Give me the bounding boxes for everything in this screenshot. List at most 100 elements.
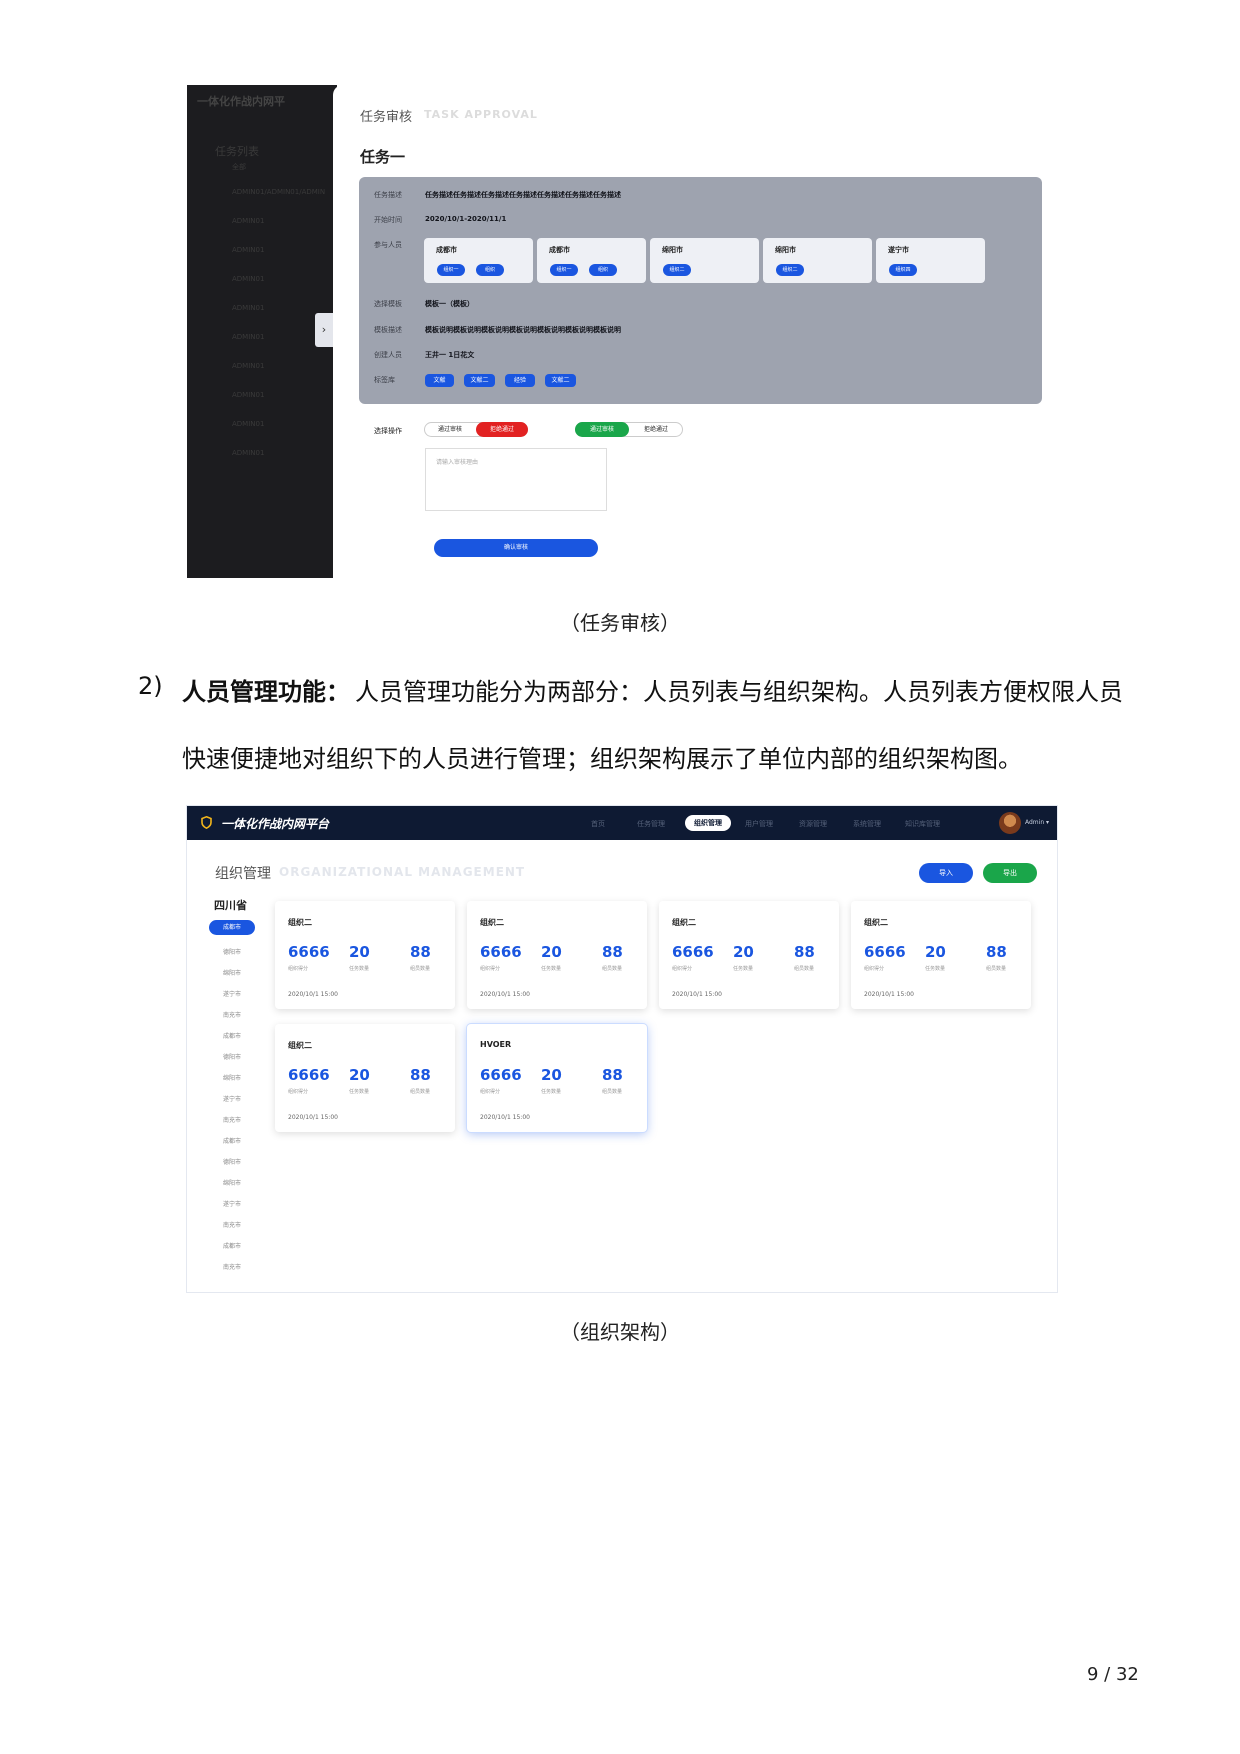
org-management-screenshot: 一体化作战内网平台 首页 任务管理 组织管理 用户管理 资源管理 系统管理 知识… — [186, 805, 1058, 1293]
city-item[interactable]: 德阳市 — [223, 1157, 241, 1166]
sidebar-item[interactable]: 全部 — [232, 162, 246, 172]
org-pill[interactable]: 组织一 — [437, 264, 465, 276]
app-brand: 一体化作战内网平台 — [221, 817, 330, 831]
body-text: 快速便捷地对组织下的人员进行管理；组织架构展示了单位内部的组织架构图。 — [182, 745, 1022, 773]
caption: （任务审核） — [560, 611, 680, 635]
org-name: 组织二 — [864, 918, 888, 927]
city-item[interactable]: 成都市 — [223, 1136, 241, 1145]
tag[interactable]: 文献 — [425, 374, 454, 387]
nav-item[interactable]: 系统管理 — [853, 819, 881, 829]
nav-item[interactable]: 任务管理 — [637, 819, 665, 829]
city-item[interactable]: 南充市 — [223, 1262, 241, 1271]
org-date: 2020/10/1 15:00 — [864, 991, 914, 998]
stat-label: 组员数量 — [410, 1089, 431, 1095]
org-date: 2020/10/1 15:00 — [480, 991, 530, 998]
tag[interactable]: 文献二 — [545, 374, 576, 387]
export-button[interactable]: 导出 — [983, 863, 1037, 883]
org-pill[interactable]: 组织四 — [889, 264, 917, 276]
org-card-highlighted[interactable]: HVOER 6666 20 88 组织得分 任务数量 组员数量 2020/10/… — [467, 1024, 647, 1132]
stat-label: 任务数量 — [925, 966, 946, 972]
org-card[interactable]: 组织二 6666 20 88 组织得分 任务数量 组员数量 2020/10/1 … — [275, 901, 455, 1009]
city-item[interactable]: 遂宁市 — [223, 989, 241, 998]
sidebar-item[interactable]: ADMIN01 — [232, 217, 264, 225]
field-value: 2020/10/1-2020/11/1 — [425, 215, 507, 223]
org-pill[interactable]: 组织 — [589, 264, 617, 276]
nav-item[interactable]: 用户管理 — [745, 819, 773, 829]
task-info-panel — [359, 177, 1042, 404]
page-title: 组织管理 — [215, 866, 271, 882]
app-brand: 一体化作战内网平 — [197, 95, 285, 108]
sidebar-item[interactable]: ADMIN01 — [232, 304, 264, 312]
org-pill[interactable]: 组织二 — [663, 264, 691, 276]
page-number: 9 / 32 — [1087, 1664, 1139, 1685]
field-value: 模板说明模板说明模板说明模板说明模板说明模板说明模板说明 — [425, 326, 621, 334]
stat-label: 组织得分 — [480, 966, 501, 972]
sidebar-item[interactable]: ADMIN01/ADMIN01/ADMIN — [232, 188, 325, 196]
sidebar-item[interactable]: ADMIN01 — [232, 449, 264, 457]
city-item[interactable]: 成都市 — [223, 1031, 241, 1040]
nav-item[interactable]: 首页 — [591, 819, 605, 829]
city-name: 遂宁市 — [888, 246, 909, 254]
city-item[interactable]: 遂宁市 — [223, 1094, 241, 1103]
org-card[interactable]: 组织二 6666 20 88 组织得分 任务数量 组员数量 2020/10/1 … — [851, 901, 1031, 1009]
reject-option-selected[interactable]: 拒绝通过 — [476, 422, 528, 437]
sidebar-item[interactable]: ADMIN01 — [232, 362, 264, 370]
org-pill[interactable]: 组织一 — [550, 264, 578, 276]
reason-textarea[interactable]: 请输入审核理由 — [425, 448, 607, 511]
tag[interactable]: 文献二 — [464, 374, 495, 387]
org-pill[interactable]: 组织二 — [776, 264, 804, 276]
confirm-button[interactable]: 确认审核 — [434, 539, 598, 557]
city-name: 绵阳市 — [662, 246, 683, 254]
top-nav-bar: 一体化作战内网平台 首页 任务管理 组织管理 用户管理 资源管理 系统管理 知识… — [187, 806, 1057, 840]
nav-item-active[interactable]: 组织管理 — [685, 815, 731, 831]
sidebar-item[interactable]: ADMIN01 — [232, 333, 264, 341]
nav-item[interactable]: 知识库管理 — [905, 819, 940, 829]
org-card[interactable]: 组织二 6666 20 88 组织得分 任务数量 组员数量 2020/10/1 … — [659, 901, 839, 1009]
list-number: 2) — [138, 672, 163, 700]
field-label: 创建人员 — [374, 351, 402, 359]
org-pill[interactable]: 组织 — [476, 264, 504, 276]
nav-item[interactable]: 资源管理 — [799, 819, 827, 829]
field-label: 参与人员 — [374, 241, 402, 249]
user-menu[interactable]: Admin ▾ — [1025, 819, 1049, 826]
task-count: 20 — [349, 1066, 370, 1084]
city-item[interactable]: 成都市 — [223, 1241, 241, 1250]
city-item[interactable]: 绵阳市 — [223, 968, 241, 977]
city-item[interactable]: 遂宁市 — [223, 1199, 241, 1208]
approve-option-selected[interactable]: 通过审核 — [575, 422, 629, 437]
city-item[interactable]: 绵阳市 — [223, 1178, 241, 1187]
field-value: 任务描述任务描述任务描述任务描述任务描述任务描述任务描述 — [425, 191, 621, 199]
city-card: 遂宁市 组织四 — [876, 238, 985, 283]
reject-option[interactable]: 拒绝通过 — [629, 422, 683, 437]
stat-label: 任务数量 — [541, 1089, 562, 1095]
city-item[interactable]: 绵阳市 — [223, 1073, 241, 1082]
tag[interactable]: 经验 — [505, 374, 535, 387]
city-item[interactable]: 南充市 — [223, 1220, 241, 1229]
sidebar-item[interactable]: ADMIN01 — [232, 275, 264, 283]
page-title-en: TASK APPROVAL — [424, 108, 538, 121]
province-title: 四川省 — [214, 899, 247, 912]
city-item[interactable]: 南充市 — [223, 1115, 241, 1124]
sidebar-item[interactable]: ADMIN01 — [232, 420, 264, 428]
sidebar-item[interactable]: ADMIN01 — [232, 246, 264, 254]
city-item[interactable]: 德阳市 — [223, 947, 241, 956]
avatar[interactable] — [999, 812, 1021, 834]
import-button[interactable]: 导入 — [919, 863, 973, 883]
caption: （组织架构） — [560, 1320, 680, 1344]
sidebar-item[interactable]: ADMIN01 — [232, 391, 264, 399]
shield-logo-icon — [201, 816, 212, 829]
city-item[interactable]: 南充市 — [223, 1010, 241, 1019]
collapse-toggle-icon[interactable]: › — [315, 313, 333, 347]
field-label: 任务描述 — [374, 191, 402, 199]
task-title: 任务一 — [360, 148, 406, 166]
approve-option[interactable]: 通过审核 — [424, 422, 476, 437]
city-card: 绵阳市 组织二 — [650, 238, 759, 283]
stat-label: 任务数量 — [349, 1089, 370, 1095]
org-name: 组织二 — [288, 918, 312, 927]
city-item[interactable]: 德阳市 — [223, 1052, 241, 1061]
stat-label: 组员数量 — [410, 966, 431, 972]
stat-label: 任务数量 — [349, 966, 370, 972]
org-card[interactable]: 组织二 6666 20 88 组织得分 任务数量 组员数量 2020/10/1 … — [467, 901, 647, 1009]
org-card[interactable]: 组织二 6666 20 88 组织得分 任务数量 组员数量 2020/10/1 … — [275, 1024, 455, 1132]
city-item-active[interactable]: 成都市 — [209, 920, 255, 935]
